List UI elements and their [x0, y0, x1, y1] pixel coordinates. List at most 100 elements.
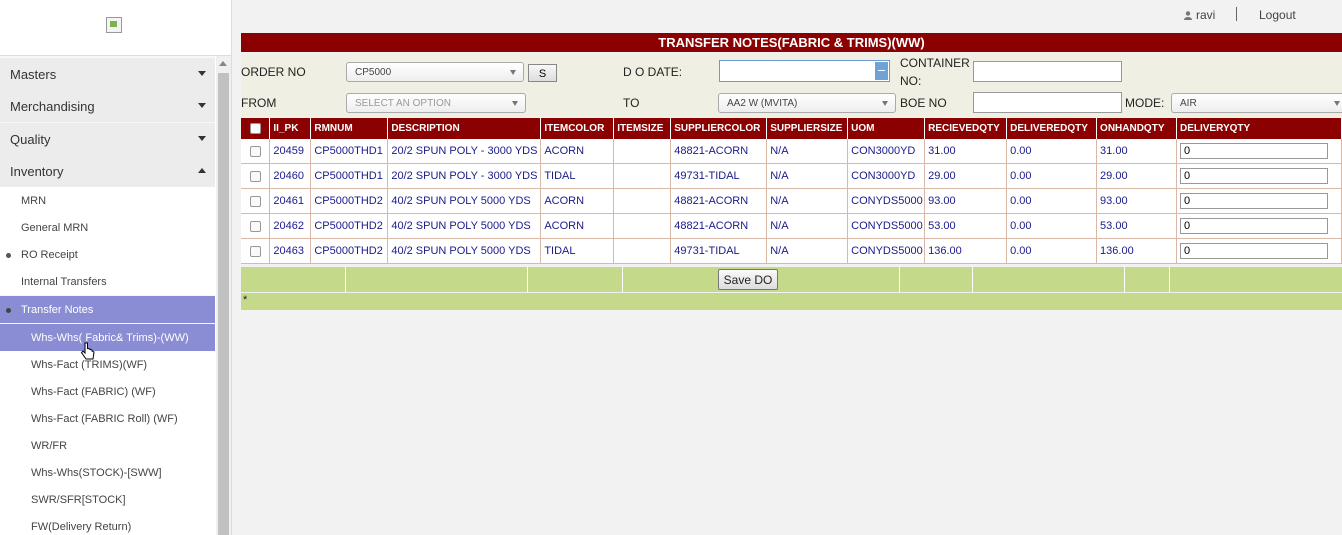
- footer-divider: [1124, 267, 1125, 292]
- mode-select[interactable]: AIR: [1171, 93, 1342, 113]
- cell-uom: CONYDS5000: [847, 238, 926, 264]
- mode-label: MODE:: [1125, 96, 1165, 110]
- footer-divider: [527, 267, 528, 292]
- delivery-qty-input[interactable]: [1179, 193, 1328, 209]
- order-no-select[interactable]: CP5000: [346, 62, 524, 82]
- cell-rmnum: CP5000THD2: [310, 188, 389, 214]
- table-row: 20460 CP5000THD1 20/2 SPUN POLY - 3000 Y…: [241, 163, 1342, 189]
- chevron-down-icon: [882, 101, 888, 106]
- sidebar-item-label: Internal Transfers: [21, 276, 107, 288]
- row-checkbox[interactable]: [249, 245, 261, 257]
- sidebar-item-label: Whs-Fact (FABRIC Roll) (WF): [31, 413, 178, 425]
- search-button[interactable]: S: [528, 64, 557, 82]
- chevron-down-icon: [1334, 101, 1340, 106]
- to-label: TO: [623, 96, 640, 110]
- container-no-input[interactable]: [973, 61, 1122, 82]
- header-divider: [1236, 7, 1237, 21]
- cell-ii-pk: 20459: [269, 139, 312, 164]
- col-header[interactable]: SUPPLIERCOLOR: [670, 118, 768, 139]
- row-checkbox[interactable]: [249, 170, 261, 182]
- row-select-cell: [241, 188, 271, 214]
- footer-divider: [622, 267, 623, 292]
- logout-link[interactable]: Logout: [1259, 8, 1296, 22]
- col-header[interactable]: DELIVEREDQTY: [1006, 118, 1098, 139]
- row-checkbox[interactable]: [249, 220, 261, 232]
- scroll-up-icon[interactable]: [219, 61, 227, 66]
- sidebar-item-label: Whs-Fact (FABRIC) (WF): [31, 386, 156, 398]
- from-label: FROM: [241, 96, 277, 110]
- sidebar-item-general-mrn[interactable]: General MRN: [0, 214, 215, 241]
- sidebar-scrollbar[interactable]: [216, 56, 231, 535]
- cell-onhandqty: 29.00: [1096, 163, 1177, 189]
- cell-suppliersize: N/A: [766, 213, 849, 239]
- username: ravi: [1196, 8, 1216, 22]
- sidebar-item-transfer-notes[interactable]: Transfer Notes: [0, 296, 215, 323]
- cell-description: 40/2 SPUN POLY 5000 YDS: [387, 213, 542, 239]
- from-select[interactable]: SELECT AN OPTION: [346, 93, 526, 113]
- sidebar-item-mrn[interactable]: MRN: [0, 187, 215, 214]
- cell-ii-pk: 20462: [269, 213, 312, 239]
- menu-inventory[interactable]: Inventory: [0, 155, 215, 187]
- to-select[interactable]: AA2 W (MVITA): [718, 93, 896, 113]
- scrollbar-thumb[interactable]: [218, 73, 229, 535]
- cell-deliveryqty: [1176, 163, 1342, 189]
- user-menu[interactable]: ravi: [1184, 8, 1215, 22]
- sidebar-item-label: RO Receipt: [21, 249, 78, 261]
- delivery-qty-input[interactable]: [1179, 218, 1328, 234]
- sidebar-subitem-swr-sfr-stock[interactable]: SWR/SFR[STOCK]: [0, 486, 215, 513]
- row-select-cell: [241, 238, 271, 264]
- items-grid: II_PK RMNUM DESCRIPTION ITEMCOLOR ITEMSI…: [241, 118, 1342, 264]
- sidebar-subitem-whs-fact-trims[interactable]: Whs-Fact (TRIMS)(WF): [0, 351, 215, 378]
- sidebar-item-internal-transfers[interactable]: Internal Transfers: [0, 268, 215, 295]
- calendar-dropdown-icon[interactable]: [875, 62, 888, 80]
- col-header[interactable]: ONHANDQTY: [1096, 118, 1177, 139]
- col-header[interactable]: II_PK: [269, 118, 312, 139]
- col-header[interactable]: ITEMSIZE: [613, 118, 672, 139]
- cell-uom: CONYDS5000: [847, 213, 926, 239]
- do-date-picker[interactable]: [719, 60, 890, 82]
- row-select-cell: [241, 163, 271, 189]
- sidebar-subitem-whs-whs-stock[interactable]: Whs-Whs(STOCK)-[SWW]: [0, 459, 215, 486]
- order-no-label: ORDER NO: [241, 65, 306, 79]
- save-do-button[interactable]: Save DO: [718, 269, 778, 290]
- table-footer: Save DO: [241, 267, 1342, 292]
- sidebar-subitem-whs-fact-fabric[interactable]: Whs-Fact (FABRIC) (WF): [0, 378, 215, 405]
- sidebar-subitem-whs-whs-ww[interactable]: Whs-Whs( Fabric& Trims)-(WW): [0, 324, 215, 351]
- table-row: 20461 CP5000THD2 40/2 SPUN POLY 5000 YDS…: [241, 188, 1342, 214]
- transfer-form: ORDER NO CP5000 S D O DATE: CONTAINER NO…: [241, 53, 1342, 117]
- sidebar-item-label: FW(Delivery Return): [31, 521, 132, 533]
- sidebar-subitem-wr-fr[interactable]: WR/FR: [0, 432, 215, 459]
- sidebar-item-ro-receipt[interactable]: RO Receipt: [0, 241, 215, 268]
- delivery-qty-input[interactable]: [1179, 143, 1328, 159]
- delivery-qty-input[interactable]: [1179, 168, 1328, 184]
- col-header[interactable]: DESCRIPTION: [387, 118, 542, 139]
- caret-up-icon: [198, 168, 206, 173]
- sidebar-subitem-fw-delivery-return[interactable]: FW(Delivery Return): [0, 513, 215, 535]
- row-checkbox[interactable]: [249, 145, 261, 157]
- cell-description: 40/2 SPUN POLY 5000 YDS: [387, 188, 542, 214]
- bullet-icon: [6, 253, 11, 258]
- col-header[interactable]: DELIVERYQTY: [1176, 118, 1342, 139]
- cell-rmnum: CP5000THD2: [310, 213, 389, 239]
- chevron-down-icon: [510, 70, 516, 75]
- sidebar-subitem-whs-fact-fabric-roll[interactable]: Whs-Fact (FABRIC Roll) (WF): [0, 405, 215, 432]
- col-header[interactable]: UOM: [847, 118, 926, 139]
- col-header[interactable]: SUPPLIERSIZE: [766, 118, 849, 139]
- footer-note: *: [243, 294, 248, 306]
- col-header[interactable]: RMNUM: [310, 118, 389, 139]
- table-header-row: II_PK RMNUM DESCRIPTION ITEMCOLOR ITEMSI…: [241, 118, 1342, 139]
- boe-no-input[interactable]: [973, 92, 1122, 113]
- col-header[interactable]: RECIEVEDQTY: [924, 118, 1008, 139]
- items-table: II_PK RMNUM DESCRIPTION ITEMCOLOR ITEMSI…: [241, 118, 1342, 264]
- sidebar-item-label: SWR/SFR[STOCK]: [31, 494, 126, 506]
- menu-merchandising[interactable]: Merchandising: [0, 90, 215, 122]
- col-header[interactable]: ITEMCOLOR: [540, 118, 615, 139]
- menu-masters[interactable]: Masters: [0, 58, 215, 90]
- delivery-qty-input[interactable]: [1179, 243, 1328, 259]
- select-all-checkbox[interactable]: [249, 122, 261, 134]
- row-checkbox[interactable]: [249, 195, 261, 207]
- logo[interactable]: [0, 0, 231, 56]
- cell-onhandqty: 136.00: [1096, 238, 1177, 264]
- cell-itemsize: [613, 163, 672, 189]
- menu-quality[interactable]: Quality: [0, 123, 215, 155]
